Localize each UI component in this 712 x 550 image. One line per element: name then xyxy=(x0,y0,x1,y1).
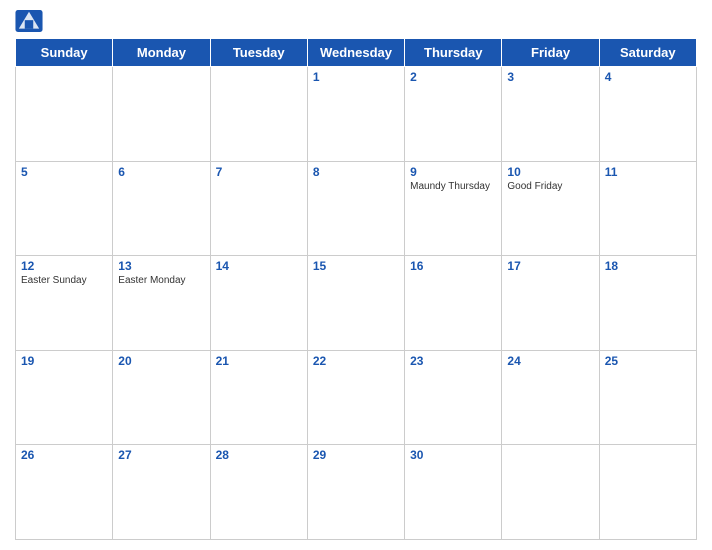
calendar-cell: 29 xyxy=(307,445,404,540)
calendar-cell: 12 Easter Sunday xyxy=(16,256,113,351)
day-number: 16 xyxy=(410,259,496,273)
calendar-cell: 13 Easter Monday xyxy=(113,256,210,351)
calendar-cell: 22 xyxy=(307,350,404,445)
calendar-cell: 25 xyxy=(599,350,696,445)
day-number: 13 xyxy=(118,259,204,273)
weekday-header-monday: Monday xyxy=(113,39,210,67)
day-number: 29 xyxy=(313,448,399,462)
calendar-cell: 14 xyxy=(210,256,307,351)
calendar-header xyxy=(15,10,697,32)
day-number: 1 xyxy=(313,70,399,84)
calendar-cell: 23 xyxy=(405,350,502,445)
weekday-header-tuesday: Tuesday xyxy=(210,39,307,67)
holiday-name: Easter Sunday xyxy=(21,275,107,286)
holiday-name: Good Friday xyxy=(507,181,593,192)
calendar-cell: 15 xyxy=(307,256,404,351)
calendar-week-row: 26 27 28 29 30 xyxy=(16,445,697,540)
weekday-header-thursday: Thursday xyxy=(405,39,502,67)
calendar-cell: 28 xyxy=(210,445,307,540)
day-number: 19 xyxy=(21,354,107,368)
day-number: 9 xyxy=(410,165,496,179)
calendar-cell xyxy=(16,67,113,162)
calendar-cell: 8 xyxy=(307,161,404,256)
calendar-cell: 2 xyxy=(405,67,502,162)
weekday-header-wednesday: Wednesday xyxy=(307,39,404,67)
calendar-cell: 9 Maundy Thursday xyxy=(405,161,502,256)
weekday-header-friday: Friday xyxy=(502,39,599,67)
calendar-cell: 21 xyxy=(210,350,307,445)
day-number: 17 xyxy=(507,259,593,273)
calendar-cell: 11 xyxy=(599,161,696,256)
day-number: 6 xyxy=(118,165,204,179)
calendar-cell xyxy=(210,67,307,162)
calendar-cell: 18 xyxy=(599,256,696,351)
calendar-week-row: 19 20 21 22 23 24 25 xyxy=(16,350,697,445)
calendar-week-row: 56789 Maundy Thursday 10 Good Friday 11 xyxy=(16,161,697,256)
day-number: 26 xyxy=(21,448,107,462)
day-number: 7 xyxy=(216,165,302,179)
day-number: 14 xyxy=(216,259,302,273)
calendar-cell: 17 xyxy=(502,256,599,351)
calendar-table: SundayMondayTuesdayWednesdayThursdayFrid… xyxy=(15,38,697,540)
holiday-name: Easter Monday xyxy=(118,275,204,286)
calendar-cell: 7 xyxy=(210,161,307,256)
calendar-cell: 10 Good Friday xyxy=(502,161,599,256)
day-number: 8 xyxy=(313,165,399,179)
day-number: 27 xyxy=(118,448,204,462)
day-number: 20 xyxy=(118,354,204,368)
calendar-cell: 1 xyxy=(307,67,404,162)
holiday-name: Maundy Thursday xyxy=(410,181,496,192)
day-number: 5 xyxy=(21,165,107,179)
day-number: 3 xyxy=(507,70,593,84)
calendar-cell xyxy=(599,445,696,540)
calendar-cell: 26 xyxy=(16,445,113,540)
logo xyxy=(15,10,47,32)
calendar-header-row: SundayMondayTuesdayWednesdayThursdayFrid… xyxy=(16,39,697,67)
day-number: 28 xyxy=(216,448,302,462)
day-number: 18 xyxy=(605,259,691,273)
calendar-week-row: 1234 xyxy=(16,67,697,162)
calendar-cell: 4 xyxy=(599,67,696,162)
calendar-cell: 19 xyxy=(16,350,113,445)
general-blue-logo-icon xyxy=(15,10,43,32)
calendar-cell: 27 xyxy=(113,445,210,540)
weekday-header-saturday: Saturday xyxy=(599,39,696,67)
calendar-cell: 20 xyxy=(113,350,210,445)
day-number: 30 xyxy=(410,448,496,462)
calendar-cell: 3 xyxy=(502,67,599,162)
calendar-cell: 5 xyxy=(16,161,113,256)
calendar-cell xyxy=(113,67,210,162)
weekday-row: SundayMondayTuesdayWednesdayThursdayFrid… xyxy=(16,39,697,67)
day-number: 21 xyxy=(216,354,302,368)
calendar-week-row: 12 Easter Sunday 13 Easter Monday 14 15 16 17 18 xyxy=(16,256,697,351)
day-number: 25 xyxy=(605,354,691,368)
calendar-cell: 30 xyxy=(405,445,502,540)
day-number: 12 xyxy=(21,259,107,273)
day-number: 23 xyxy=(410,354,496,368)
day-number: 15 xyxy=(313,259,399,273)
calendar-cell xyxy=(502,445,599,540)
day-number: 22 xyxy=(313,354,399,368)
weekday-header-sunday: Sunday xyxy=(16,39,113,67)
calendar-cell: 6 xyxy=(113,161,210,256)
day-number: 11 xyxy=(605,165,691,179)
calendar-cell: 16 xyxy=(405,256,502,351)
day-number: 24 xyxy=(507,354,593,368)
day-number: 10 xyxy=(507,165,593,179)
day-number: 2 xyxy=(410,70,496,84)
day-number: 4 xyxy=(605,70,691,84)
calendar-body: 123456789Maundy Thursday10Good Friday111… xyxy=(16,67,697,540)
calendar-cell: 24 xyxy=(502,350,599,445)
